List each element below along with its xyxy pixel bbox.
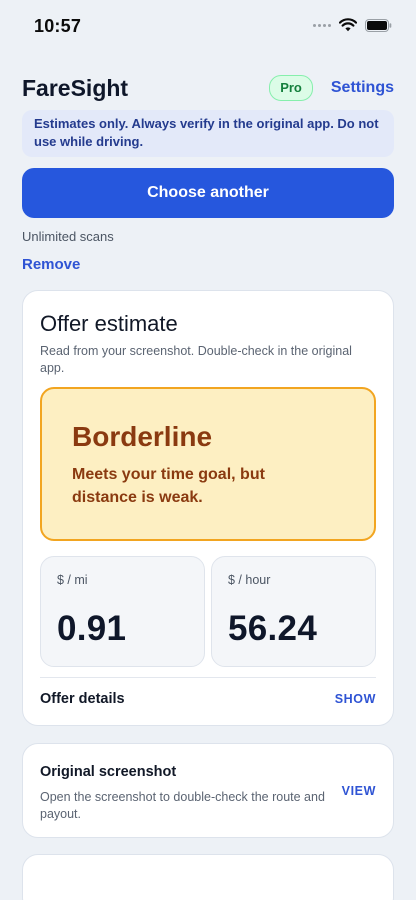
pro-badge: Pro — [269, 75, 313, 101]
next-card — [22, 854, 394, 900]
metric-value: 56.24 — [228, 609, 318, 648]
status-icons — [313, 18, 392, 32]
app-header: FareSight Pro Settings — [22, 70, 394, 106]
metric-label: $ / hour — [228, 573, 271, 587]
metric-per-mile: $ / mi 0.91 — [40, 556, 205, 667]
status-time: 10:57 — [34, 16, 82, 36]
settings-button[interactable]: Settings — [331, 79, 394, 97]
view-screenshot-button[interactable]: VIEW — [342, 784, 376, 798]
app-title: FareSight — [22, 74, 129, 101]
wifi-icon — [339, 18, 357, 32]
header-actions: Pro Settings — [269, 75, 394, 101]
remove-button[interactable]: Remove — [22, 256, 80, 273]
metric-label: $ / mi — [57, 573, 88, 587]
cellular-signal-icon — [313, 23, 331, 27]
offer-details-label: Offer details — [40, 691, 125, 707]
divider — [40, 677, 376, 678]
screenshot-title: Original screenshot — [40, 764, 177, 780]
status-bar: 10:57 — [0, 0, 416, 50]
original-screenshot-card: Original screenshot Open the screenshot … — [22, 743, 394, 838]
offer-estimate-card: Offer estimate Read from your screenshot… — [22, 290, 394, 726]
metric-per-hour: $ / hour 56.24 — [211, 556, 376, 667]
verdict-title: Borderline — [72, 421, 213, 452]
screenshot-description: Open the screenshot to double-check the … — [40, 790, 325, 821]
offer-subtitle: Read from your screenshot. Double-check … — [40, 344, 352, 375]
verdict-panel: Borderline Meets your time goal, but dis… — [40, 387, 376, 541]
show-details-button[interactable]: SHOW — [335, 692, 376, 706]
offer-title: Offer estimate — [40, 311, 178, 336]
battery-icon — [365, 18, 392, 32]
metric-value: 0.91 — [57, 609, 127, 648]
scan-quota-text: Unlimited scans — [22, 229, 114, 244]
disclaimer-banner: Estimates only. Always verify in the ori… — [22, 110, 394, 157]
verdict-description: Meets your time goal, but distance is we… — [72, 466, 265, 506]
choose-another-button[interactable]: Choose another — [22, 168, 394, 218]
